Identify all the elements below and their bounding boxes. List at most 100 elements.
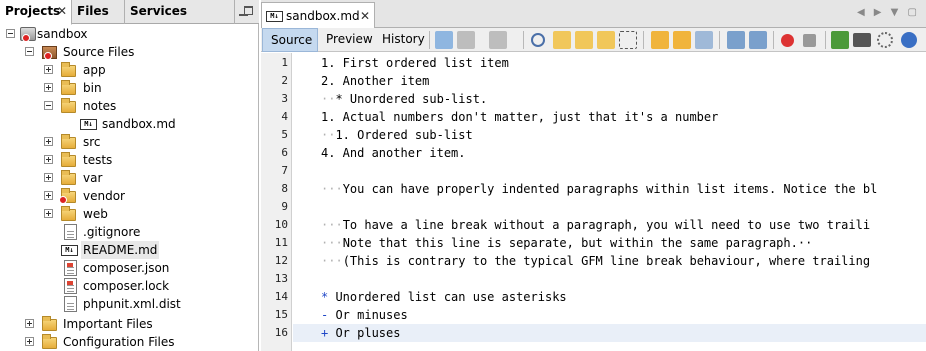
preview-view-button[interactable]: Preview bbox=[318, 28, 381, 52]
tree-node-folder[interactable]: bin bbox=[0, 79, 258, 97]
expand-toggle[interactable] bbox=[44, 191, 53, 200]
close-icon[interactable]: ✕ bbox=[360, 9, 370, 23]
find-next-icon[interactable] bbox=[575, 31, 593, 49]
comment-icon[interactable] bbox=[831, 31, 849, 49]
folder-icon bbox=[61, 134, 76, 149]
line-number: 5 bbox=[281, 128, 288, 141]
stop-macro-recording-icon[interactable] bbox=[803, 34, 816, 47]
tree-node-label: var bbox=[83, 171, 103, 185]
folder-icon bbox=[61, 206, 76, 221]
tree-node-file[interactable]: M↓ sandbox.md bbox=[0, 115, 258, 133]
line-number: 2 bbox=[281, 74, 288, 87]
back-icon[interactable] bbox=[457, 31, 475, 49]
tab-projects-label: Projects bbox=[5, 4, 61, 18]
code-line: ···(This is contrary to the typical GFM … bbox=[321, 254, 871, 268]
code-line: 4. And another item. bbox=[321, 146, 466, 160]
xml-file-icon bbox=[64, 296, 77, 312]
shift-left-icon[interactable] bbox=[727, 31, 745, 49]
expand-toggle[interactable] bbox=[44, 209, 53, 218]
folder-icon bbox=[61, 62, 76, 77]
line-number: 7 bbox=[281, 164, 288, 177]
tree-node-file[interactable]: .gitignore bbox=[0, 223, 258, 241]
tab-services[interactable]: Services bbox=[125, 0, 235, 24]
tab-files[interactable]: Files bbox=[72, 0, 125, 24]
tree-node-label: bin bbox=[83, 81, 102, 95]
tab-navigation-icon[interactable]: ◀ ▶ ▼ ▢ bbox=[857, 7, 920, 18]
line-number: 3 bbox=[281, 92, 288, 105]
tree-node-folder[interactable]: notes bbox=[0, 97, 258, 115]
tree-node-label: vendor bbox=[83, 189, 125, 203]
collapse-toggle[interactable] bbox=[25, 47, 34, 56]
source-view-button[interactable]: Source bbox=[262, 28, 318, 52]
select-rectangle-icon[interactable] bbox=[619, 31, 637, 49]
close-icon[interactable]: ✕ bbox=[57, 0, 67, 23]
expand-toggle[interactable] bbox=[44, 65, 53, 74]
tree-node-folder[interactable]: var bbox=[0, 169, 258, 187]
tree-node-folder[interactable]: web bbox=[0, 205, 258, 223]
editor-tabs: M↓ sandbox.md ✕ ◀ ▶ ▼ ▢ bbox=[261, 0, 926, 29]
line-number: 14 bbox=[274, 290, 288, 303]
expand-toggle[interactable] bbox=[44, 83, 53, 92]
code-editor[interactable]: 1 2 3 4 5 6 7 8 9 10 11 12 13 14 15 16 1… bbox=[261, 53, 926, 351]
toggle-highlight-icon[interactable] bbox=[597, 31, 615, 49]
folder-icon bbox=[61, 170, 76, 185]
expand-toggle[interactable] bbox=[25, 319, 34, 328]
line-number: 6 bbox=[281, 146, 288, 159]
expand-toggle[interactable] bbox=[44, 173, 53, 182]
history-view-button[interactable]: History bbox=[374, 28, 433, 52]
tree-node-configuration-files[interactable]: Configuration Files bbox=[0, 333, 258, 351]
line-number: 10 bbox=[274, 218, 288, 231]
find-icon[interactable] bbox=[531, 33, 545, 47]
lock-file-icon bbox=[64, 278, 77, 294]
expand-toggle[interactable] bbox=[44, 137, 53, 146]
tree-node-label: phpunit.xml.dist bbox=[83, 297, 181, 311]
forward-icon[interactable] bbox=[489, 31, 507, 49]
tree-node-file[interactable]: phpunit.xml.dist bbox=[0, 295, 258, 313]
line-number-gutter: 1 2 3 4 5 6 7 8 9 10 11 12 13 14 15 16 bbox=[261, 53, 292, 351]
tab-projects[interactable]: Projects ✕ bbox=[0, 0, 72, 25]
tree-node-folder[interactable]: src bbox=[0, 133, 258, 151]
folder-icon bbox=[61, 152, 76, 167]
code-line: ··* Unordered sub-list. bbox=[321, 92, 488, 106]
shift-right-icon[interactable] bbox=[749, 31, 767, 49]
tree-node-important-files[interactable]: Important Files bbox=[0, 315, 258, 333]
line-number: 12 bbox=[274, 254, 288, 267]
code-line: 2. Another item bbox=[321, 74, 430, 88]
tree-node-label: Important Files bbox=[63, 317, 153, 331]
tree-node-folder[interactable]: vendor bbox=[0, 187, 258, 205]
editor-tab-sandbox-md[interactable]: M↓ sandbox.md ✕ bbox=[261, 2, 375, 29]
expand-toggle[interactable] bbox=[25, 337, 34, 346]
text-file-icon bbox=[64, 224, 77, 240]
settings-gear-icon[interactable] bbox=[877, 32, 893, 48]
folder-icon bbox=[61, 80, 76, 95]
collapse-toggle[interactable] bbox=[44, 101, 53, 110]
tree-node-label: sandbox bbox=[37, 27, 88, 41]
line-number: 8 bbox=[281, 182, 288, 195]
tab-files-label: Files bbox=[77, 4, 109, 18]
next-bookmark-icon[interactable] bbox=[673, 31, 691, 49]
tree-node-project[interactable]: sandbox bbox=[0, 25, 258, 43]
tree-node-folder[interactable]: app bbox=[0, 61, 258, 79]
tree-node-file[interactable]: M↓ README.md bbox=[0, 241, 258, 259]
tree-node-file[interactable]: composer.json bbox=[0, 259, 258, 277]
start-macro-recording-icon[interactable] bbox=[781, 34, 794, 47]
collapse-toggle[interactable] bbox=[6, 29, 15, 38]
last-edit-icon[interactable] bbox=[435, 31, 453, 49]
code-area[interactable]: 1. First ordered list item 2. Another it… bbox=[293, 53, 926, 351]
previous-bookmark-icon[interactable] bbox=[651, 31, 669, 49]
globe-icon[interactable] bbox=[901, 32, 917, 48]
toggle-bookmark-icon[interactable] bbox=[695, 31, 713, 49]
toolbar-separator bbox=[825, 31, 826, 49]
important-files-icon bbox=[42, 316, 57, 331]
line-number: 13 bbox=[274, 272, 288, 285]
tree-node-folder[interactable]: tests bbox=[0, 151, 258, 169]
tree-node-file[interactable]: composer.lock bbox=[0, 277, 258, 295]
tree-node-label: sandbox.md bbox=[102, 117, 176, 131]
tree-node-source-files[interactable]: Source Files bbox=[0, 43, 258, 61]
expand-toggle[interactable] bbox=[44, 155, 53, 164]
uncomment-icon[interactable] bbox=[853, 33, 871, 47]
tree-node-label: composer.lock bbox=[83, 279, 170, 293]
minimize-window-icon[interactable] bbox=[239, 6, 253, 17]
toolbar-separator bbox=[429, 31, 430, 49]
find-previous-icon[interactable] bbox=[553, 31, 571, 49]
